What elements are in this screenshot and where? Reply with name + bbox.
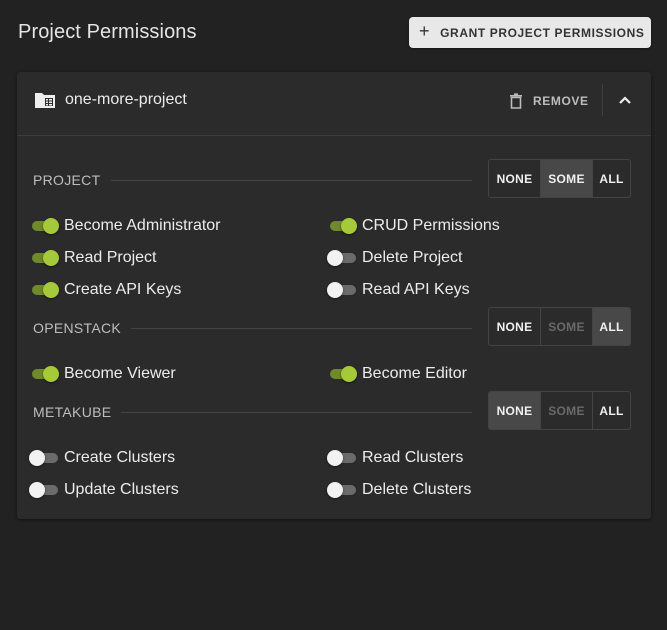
permission-label: Delete Project [362, 249, 463, 266]
permission-label: Create API Keys [64, 281, 182, 298]
permission-read-project[interactable]: Read Project [29, 248, 157, 268]
toggle-thumb [43, 218, 59, 234]
permission-label: Update Clusters [64, 481, 179, 498]
toggle-thumb [327, 282, 343, 298]
permission-become-administrator[interactable]: Become Administrator [29, 216, 221, 236]
permission-toggle[interactable] [29, 280, 59, 300]
grant-button-label: GRANT PROJECT PERMISSIONS [440, 25, 645, 40]
toggle-thumb [29, 450, 45, 466]
permission-label: Read Project [64, 249, 157, 266]
permission-become-editor[interactable]: Become Editor [327, 364, 467, 384]
permission-read-api-keys[interactable]: Read API Keys [327, 280, 470, 300]
header-divider [602, 84, 603, 116]
access-level-selector-metakube: NONE SOME ALL [488, 391, 631, 430]
permission-read-clusters[interactable]: Read Clusters [327, 448, 463, 468]
project-permission-card: one-more-project REMOVE PROJECT NONE SOME A… [17, 72, 651, 519]
toggle-thumb [43, 282, 59, 298]
toggle-thumb [327, 482, 343, 498]
page-title: Project Permissions [18, 21, 197, 43]
permission-toggle[interactable] [327, 248, 357, 268]
toggle-thumb [43, 366, 59, 382]
access-some-button: SOME [540, 308, 592, 345]
permission-label: Delete Clusters [362, 481, 472, 498]
chevron-up-icon[interactable] [613, 88, 637, 112]
permission-label: CRUD Permissions [362, 217, 500, 234]
trash-icon [510, 93, 522, 109]
section-divider [111, 180, 472, 181]
access-all-button[interactable]: ALL [592, 308, 630, 345]
access-level-selector-openstack: NONE SOME ALL [488, 307, 631, 346]
access-level-selector-project: NONE SOME ALL [488, 159, 631, 198]
permission-label: Read API Keys [362, 281, 470, 298]
access-some-button[interactable]: SOME [540, 160, 592, 197]
access-all-button[interactable]: ALL [592, 160, 630, 197]
toggle-thumb [327, 250, 343, 266]
remove-label: REMOVE [533, 94, 589, 108]
permission-label: Read Clusters [362, 449, 464, 466]
toggle-thumb [327, 450, 343, 466]
permission-toggle[interactable] [327, 280, 357, 300]
permission-toggle[interactable] [29, 364, 59, 384]
permission-toggle[interactable] [29, 480, 59, 500]
permission-create-clusters[interactable]: Create Clusters [29, 448, 175, 468]
permission-toggle[interactable] [29, 216, 59, 236]
plus-icon: + [419, 21, 431, 41]
permission-toggle[interactable] [327, 216, 357, 236]
folder-icon [35, 93, 55, 108]
toggle-thumb [341, 218, 357, 234]
permission-toggle[interactable] [327, 480, 357, 500]
access-none-button[interactable]: NONE [489, 392, 540, 429]
permission-label: Become Editor [362, 365, 467, 382]
remove-button[interactable]: REMOVE [509, 89, 589, 113]
permission-create-api-keys[interactable]: Create API Keys [29, 280, 181, 300]
section-divider [131, 328, 472, 329]
project-name: one-more-project [65, 91, 187, 108]
card-header[interactable]: one-more-project REMOVE [17, 72, 651, 136]
section-label-metakube: METAKUBE [33, 404, 112, 420]
permission-toggle[interactable] [327, 364, 357, 384]
section-label-project: PROJECT [33, 172, 101, 188]
permission-toggle[interactable] [327, 448, 357, 468]
permission-crud-permissions[interactable]: CRUD Permissions [327, 216, 500, 236]
permission-label: Become Administrator [64, 217, 221, 234]
toggle-thumb [43, 250, 59, 266]
access-none-button[interactable]: NONE [489, 160, 540, 197]
permission-label: Become Viewer [64, 365, 176, 382]
toggle-thumb [29, 482, 45, 498]
permission-delete-clusters[interactable]: Delete Clusters [327, 480, 471, 500]
permission-update-clusters[interactable]: Update Clusters [29, 480, 179, 500]
permission-toggle[interactable] [29, 448, 59, 468]
permission-become-viewer[interactable]: Become Viewer [29, 364, 176, 384]
access-some-button: SOME [540, 392, 592, 429]
permission-delete-project[interactable]: Delete Project [327, 248, 463, 268]
permission-toggle[interactable] [29, 248, 59, 268]
access-none-button[interactable]: NONE [489, 308, 540, 345]
permission-label: Create Clusters [64, 449, 176, 466]
toggle-thumb [341, 366, 357, 382]
section-divider [121, 412, 472, 413]
grant-project-permissions-button[interactable]: + GRANT PROJECT PERMISSIONS [409, 17, 651, 48]
access-all-button[interactable]: ALL [592, 392, 630, 429]
section-label-openstack: OPENSTACK [33, 320, 122, 336]
